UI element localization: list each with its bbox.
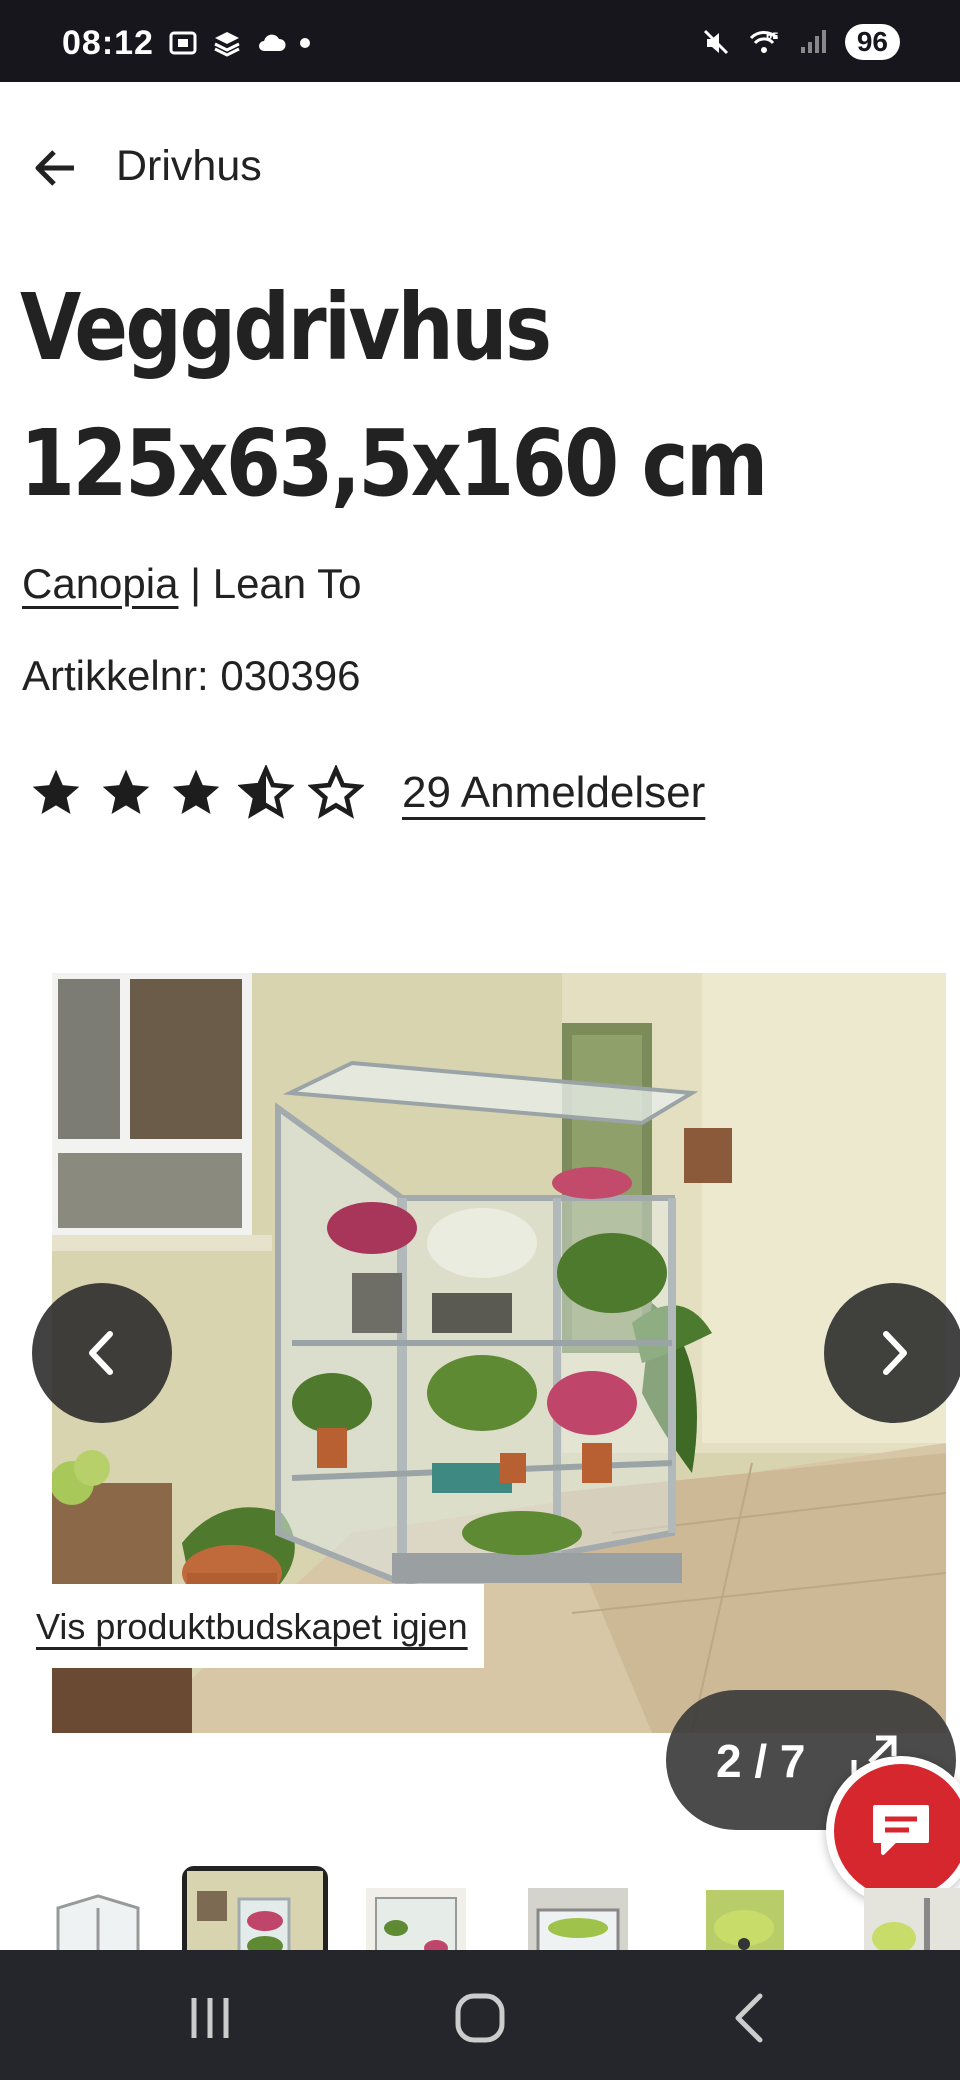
star-full-icon bbox=[32, 769, 80, 814]
system-navigation-bar bbox=[0, 1950, 960, 2080]
status-time: 08:12 bbox=[62, 24, 154, 62]
star-full-icon bbox=[172, 769, 220, 814]
star-full-icon bbox=[102, 769, 150, 814]
mute-icon bbox=[703, 29, 728, 55]
status-notification-icons bbox=[168, 28, 310, 58]
thumbnail-4[interactable] bbox=[528, 1888, 628, 1952]
wifi-icon: 6E bbox=[749, 31, 778, 53]
page-header: Drivhus bbox=[0, 82, 960, 252]
chevron-left-icon bbox=[89, 1331, 113, 1375]
star-half-icon bbox=[238, 765, 294, 819]
back-arrow-icon[interactable] bbox=[28, 140, 84, 196]
thumbnail-6[interactable] bbox=[864, 1888, 960, 1952]
chat-icon bbox=[873, 1805, 929, 1855]
screenshot-icon bbox=[169, 31, 197, 55]
system-back-icon[interactable] bbox=[720, 1988, 780, 2048]
star-empty-icon bbox=[308, 765, 364, 819]
show-product-message-link[interactable]: Vis produktbudskapet igjen bbox=[20, 1584, 484, 1668]
status-bar: 08:12 6E 96 bbox=[0, 0, 960, 82]
thumbnail-2-selected[interactable] bbox=[182, 1866, 328, 1952]
reviews-link[interactable]: 29 Anmeldelser bbox=[402, 768, 705, 818]
stack-icon bbox=[214, 32, 240, 57]
thumbnail-strip bbox=[0, 1862, 960, 1952]
brand-separator: | bbox=[178, 560, 213, 607]
signal-icon bbox=[800, 30, 826, 53]
battery-icon: 96 bbox=[844, 24, 900, 60]
article-number: Artikkelnr: 030396 bbox=[22, 652, 361, 699]
status-system-icons: 6E 96 bbox=[701, 24, 900, 60]
gallery-next-button[interactable] bbox=[824, 1283, 960, 1423]
gallery-counter: 2 / 7 bbox=[716, 1735, 806, 1787]
recent-apps-icon[interactable] bbox=[180, 1988, 240, 2048]
brand-link[interactable]: Canopia bbox=[22, 560, 178, 607]
product-title-line1: Veggdrivhus bbox=[20, 274, 552, 381]
brand-line: Canopia | Lean To bbox=[22, 560, 361, 608]
chevron-right-icon bbox=[883, 1331, 907, 1375]
thumbnail-3[interactable] bbox=[366, 1888, 466, 1952]
rating-row[interactable]: 29 Anmeldelser bbox=[28, 765, 705, 821]
cloud-icon bbox=[259, 34, 286, 51]
product-title: Veggdrivhus 125x63,5x160 cm bbox=[20, 260, 794, 532]
thumbnail-5[interactable] bbox=[704, 1888, 804, 1952]
breadcrumb-category[interactable]: Drivhus bbox=[116, 142, 262, 191]
notification-dot-icon bbox=[300, 38, 310, 48]
product-title-line2: 125x63,5x160 cm bbox=[20, 410, 768, 517]
home-icon[interactable] bbox=[450, 1988, 510, 2048]
thumbnail-1[interactable] bbox=[48, 1888, 148, 1952]
gallery-prev-button[interactable] bbox=[32, 1283, 172, 1423]
product-series: Lean To bbox=[212, 560, 362, 607]
network-label: 6E bbox=[766, 32, 778, 42]
